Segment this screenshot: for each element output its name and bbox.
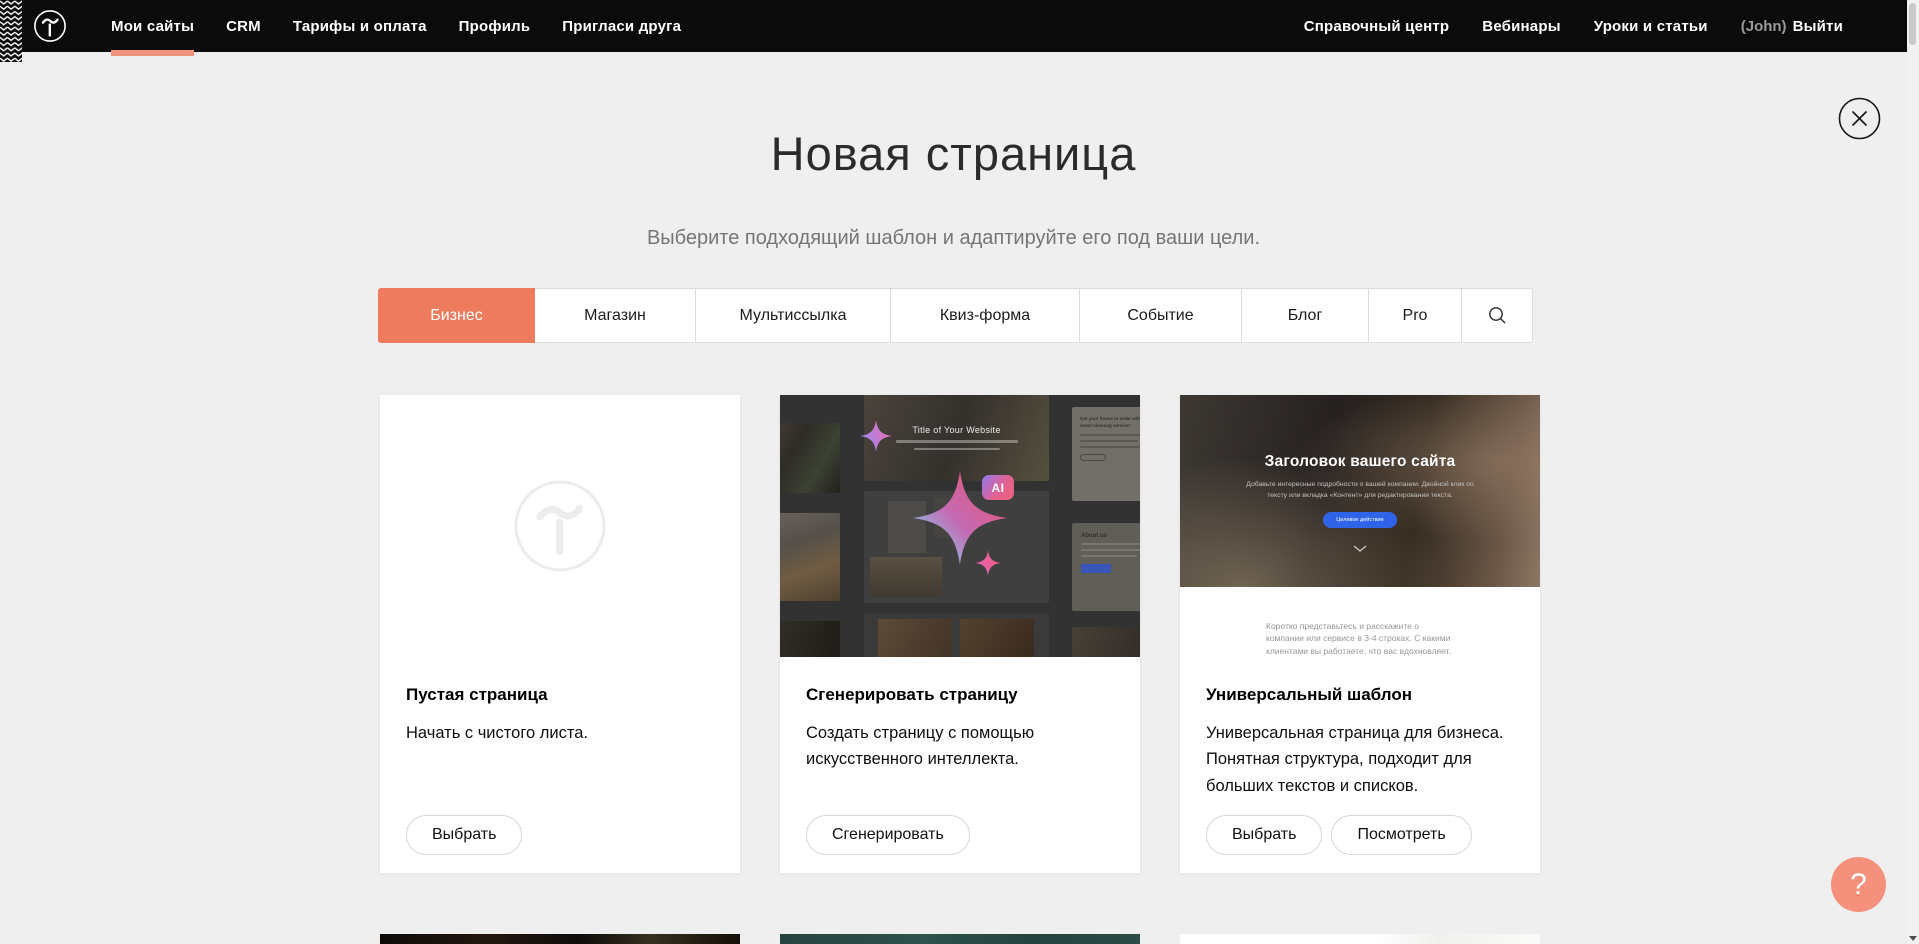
template-cta-button: Целевое действие (1323, 512, 1397, 528)
preview-tile-text: Get your house in order with a smart cle… (1080, 416, 1140, 430)
ai-badge: AI (982, 475, 1014, 500)
card-actions: Выбрать Посмотреть (1206, 815, 1472, 855)
text-placeholder-line (1081, 555, 1137, 557)
preview-website-tile (864, 491, 1049, 603)
preview-photo (870, 557, 942, 597)
card-body: Сгенерировать страницу Создать страницу … (780, 657, 1140, 773)
secondary-nav: Справочный центр Вебинары Уроки и статьи… (1304, 18, 1843, 35)
card-title: Универсальный шаблон (1206, 685, 1514, 705)
preview-frame (888, 501, 926, 553)
next-row-partial (380, 934, 1540, 944)
preview-site-title: Title of Your Website (864, 425, 1049, 435)
choose-button[interactable]: Выбрать (1206, 815, 1322, 855)
preview-photo (878, 619, 952, 657)
vertical-scrollbar[interactable] (1907, 0, 1919, 944)
tab-quiz-form[interactable]: Квиз-форма (890, 288, 1080, 343)
preview-website-tile: Title of Your Website (864, 395, 1049, 481)
preview-frame (934, 497, 964, 537)
search-icon (1488, 306, 1507, 325)
card-preview-partial[interactable] (780, 934, 1140, 944)
preview-photo-tile (780, 423, 840, 493)
template-hero-text: Добавьте интересные подробности о вашей … (1243, 480, 1477, 501)
zigzag-pattern-decoration (0, 0, 22, 62)
template-picker-screen: Мои сайты CRM Тарифы и оплата Профиль Пр… (0, 0, 1919, 944)
card-body: Пустая страница Начать с чистого листа. (380, 657, 740, 746)
tab-pro[interactable]: Pro (1368, 288, 1462, 343)
card-actions: Выбрать (406, 815, 522, 855)
page-subtitle: Выберите подходящий шаблон и адаптируйте… (0, 227, 1907, 250)
tab-blog[interactable]: Блог (1241, 288, 1369, 343)
choose-button[interactable]: Выбрать (406, 815, 522, 855)
tab-business[interactable]: Бизнес (378, 288, 535, 343)
card-ai-generate: Title of Your Website Get your house in … (780, 395, 1140, 873)
close-button[interactable] (1838, 97, 1881, 140)
preview-photo (960, 619, 1034, 657)
user-session: (John) Выйти (1741, 18, 1843, 35)
card-title: Сгенерировать страницу (806, 685, 1114, 705)
tilda-watermark-icon (512, 478, 608, 574)
preview-button[interactable]: Посмотреть (1331, 815, 1471, 855)
preview-button-placeholder (1080, 454, 1106, 461)
close-icon (1838, 97, 1881, 140)
card-blank-page: Пустая страница Начать с чистого листа. … (380, 395, 740, 873)
template-category-tabs: Бизнес Магазин Мультиссылка Квиз-форма С… (378, 288, 1533, 343)
preview-website-tile: Get your house in order with a smart cle… (1072, 407, 1140, 501)
ai-generate-preview[interactable]: Title of Your Website Get your house in … (780, 395, 1140, 657)
template-cards-row: Пустая страница Начать с чистого листа. … (380, 395, 1540, 873)
text-placeholder-line (1081, 549, 1140, 551)
text-placeholder-line (896, 440, 1018, 443)
top-navigation-bar: Мои сайты CRM Тарифы и оплата Профиль Пр… (0, 0, 1907, 52)
user-name-label: (John) (1741, 18, 1787, 35)
blank-page-preview[interactable] (380, 395, 740, 657)
card-universal-template: Заголовок вашего сайта Добавьте интересн… (1180, 395, 1540, 873)
nav-item-tariffs[interactable]: Тарифы и оплата (293, 18, 427, 35)
nav-item-webinars[interactable]: Вебинары (1482, 18, 1560, 35)
scrollbar-thumb[interactable] (1909, 3, 1916, 45)
text-placeholder-line (914, 448, 1000, 451)
preview-photo-tile (780, 513, 840, 601)
preview-photo-tile (780, 621, 840, 657)
nav-item-profile[interactable]: Профиль (459, 18, 531, 35)
logout-link[interactable]: Выйти (1793, 18, 1843, 35)
nav-item-lessons[interactable]: Уроки и статьи (1594, 18, 1708, 35)
nav-item-crm[interactable]: CRM (226, 18, 261, 35)
template-hero-section: Заголовок вашего сайта Добавьте интересн… (1180, 395, 1540, 587)
preview-button-placeholder (1081, 564, 1111, 573)
page-title: Новая страница (0, 126, 1907, 181)
text-placeholder-line (1081, 543, 1140, 545)
card-description: Создать страницу с помощью искусственног… (806, 720, 1114, 773)
nav-item-help-center[interactable]: Справочный центр (1304, 18, 1450, 35)
preview-website-tile (864, 613, 1049, 657)
template-body-text: Коротко представьтесь и расскажите о ком… (1266, 620, 1454, 657)
preview-photo-tile (1072, 627, 1140, 657)
tilda-logo-icon[interactable] (33, 9, 67, 43)
universal-template-preview[interactable]: Заголовок вашего сайта Добавьте интересн… (1180, 395, 1540, 657)
nav-item-my-sites[interactable]: Мои сайты (111, 18, 194, 35)
text-placeholder-line (1080, 446, 1140, 448)
tab-event[interactable]: Событие (1079, 288, 1242, 343)
chevron-down-icon (1353, 545, 1367, 552)
tab-search[interactable] (1461, 288, 1533, 343)
card-preview-partial[interactable] (1180, 934, 1540, 944)
help-button[interactable]: ? (1831, 857, 1886, 912)
card-body: Универсальный шаблон Универсальная стран… (1180, 657, 1540, 799)
generate-button[interactable]: Сгенерировать (806, 815, 970, 855)
scrollbar-down-arrow-icon[interactable] (1909, 936, 1917, 941)
card-title: Пустая страница (406, 685, 714, 705)
main-nav: Мои сайты CRM Тарифы и оплата Профиль Пр… (111, 18, 681, 35)
card-description: Начать с чистого листа. (406, 720, 714, 746)
tab-multilink[interactable]: Мультиссылка (695, 288, 891, 343)
text-placeholder-line (1080, 434, 1140, 436)
card-description: Универсальная страница для бизнеса. Поня… (1206, 720, 1514, 799)
nav-item-invite-friend[interactable]: Пригласи друга (562, 18, 681, 35)
card-preview-partial[interactable] (380, 934, 740, 944)
card-actions: Сгенерировать (806, 815, 970, 855)
tab-shop[interactable]: Магазин (534, 288, 696, 343)
preview-tile-text: About us (1081, 533, 1140, 539)
text-placeholder-line (1080, 440, 1138, 442)
template-hero-title: Заголовок вашего сайта (1180, 395, 1540, 471)
preview-website-tile: About us (1072, 523, 1140, 611)
